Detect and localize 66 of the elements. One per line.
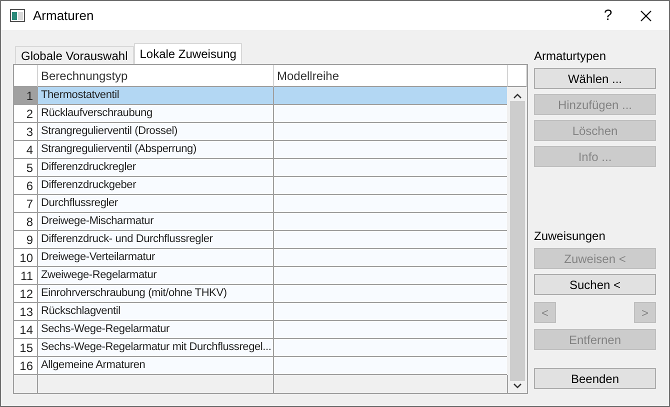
row-number[interactable]: 10	[14, 249, 38, 267]
table-cell[interactable]: Zweiwege-Regelarmatur	[38, 267, 274, 285]
table-cell[interactable]	[274, 105, 507, 123]
row-number[interactable]: 2	[14, 105, 38, 123]
row-number[interactable]: 8	[14, 213, 38, 231]
table-cell[interactable]: Thermostatventil	[38, 87, 274, 105]
row-number[interactable]: 12	[14, 285, 38, 303]
section-label: Zuweisungen	[534, 228, 606, 245]
tab[interactable]: Globale Vorauswahl	[15, 46, 134, 64]
scrollbar-header	[508, 65, 527, 87]
tab[interactable]: Lokale Zuweisung	[134, 43, 242, 64]
table-cell[interactable]	[274, 357, 507, 375]
row-number[interactable]: 5	[14, 159, 38, 177]
table-cell[interactable]	[274, 249, 507, 267]
column-header: Berechnungstyp	[38, 65, 274, 87]
table-cell[interactable]: Sechs-Wege-Regelarmatur	[38, 321, 274, 339]
row-number[interactable]: 15	[14, 339, 38, 357]
table-cell[interactable]: Strangregulierventil (Drossel)	[38, 123, 274, 141]
app-icon	[10, 9, 25, 22]
scroll-thumb[interactable]	[510, 101, 525, 381]
table-cell[interactable]	[274, 195, 507, 213]
row-number[interactable]: 16	[14, 357, 38, 375]
exit-button[interactable]: Beenden	[534, 368, 656, 389]
table-cell[interactable]	[274, 159, 507, 177]
search-button[interactable]: Suchen <	[534, 274, 656, 295]
row-number[interactable]: 6	[14, 177, 38, 195]
table-cell[interactable]: Strangregulierventil (Absperrung)	[38, 141, 274, 159]
chevron-down-icon[interactable]	[513, 383, 522, 389]
row-number[interactable]: 3	[14, 123, 38, 141]
close-icon[interactable]	[640, 10, 652, 22]
chevron-up-icon[interactable]	[513, 93, 522, 99]
table-cell[interactable]: Dreiwege-Verteilarmatur	[38, 249, 274, 267]
table-cell[interactable]	[274, 177, 507, 195]
table-cell[interactable]: Sechs-Wege-Regelarmatur mit Durchflussregel...	[38, 339, 274, 357]
table-cell[interactable]: Allgemeine Armaturen	[38, 357, 274, 375]
table-cell[interactable]	[274, 213, 507, 231]
table-cell[interactable]: Durchflussregler	[38, 195, 274, 213]
column-header: Modellreihe	[274, 65, 508, 87]
table-cell[interactable]: Rücklaufverschraubung	[38, 105, 274, 123]
table-cell[interactable]	[274, 321, 507, 339]
table-cell[interactable]	[274, 231, 507, 249]
table-cell[interactable]: Dreiwege-Mischarmatur	[38, 213, 274, 231]
table-cell[interactable]: Differenzdruckregler	[38, 159, 274, 177]
table-cell[interactable]	[274, 285, 507, 303]
row-number[interactable]: 4	[14, 141, 38, 159]
table-cell[interactable]: Differenzdruckgeber	[38, 177, 274, 195]
row-number[interactable]: 9	[14, 231, 38, 249]
table-cell[interactable]: Rückschlagventil	[38, 303, 274, 321]
select-button[interactable]: Wählen ...	[534, 68, 656, 89]
table-cell[interactable]	[274, 303, 507, 321]
row-number[interactable]: 14	[14, 321, 38, 339]
corner-header	[14, 65, 38, 87]
table-cell[interactable]	[274, 141, 507, 159]
table-cell[interactable]	[274, 339, 507, 357]
row-number[interactable]: 13	[14, 303, 38, 321]
table-cell[interactable]: Einrohrverschraubung (mit/ohne THKV)	[38, 285, 274, 303]
row-number[interactable]: 7	[14, 195, 38, 213]
row-number[interactable]: 1	[14, 87, 38, 105]
table-cell[interactable]	[274, 123, 507, 141]
table-cell[interactable]: Differenzdruck- und Durchflussregler	[38, 231, 274, 249]
help-button[interactable]: ?	[598, 7, 618, 24]
table-cell[interactable]	[274, 87, 507, 105]
row-number[interactable]: 11	[14, 267, 38, 285]
window-title: Armaturen	[33, 8, 95, 23]
section-label: Armaturtypen	[534, 48, 608, 65]
table-cell[interactable]	[274, 267, 507, 285]
